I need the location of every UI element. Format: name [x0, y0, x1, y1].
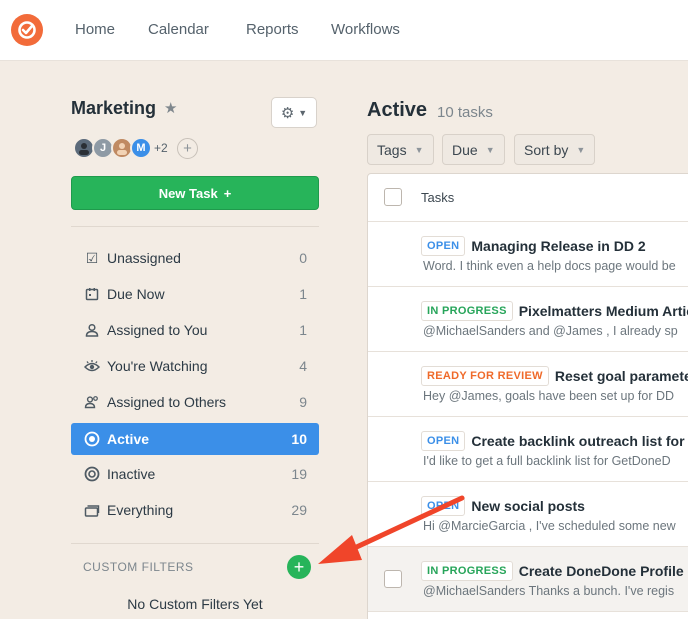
select-all-checkbox[interactable] — [384, 188, 402, 206]
tags-filter-button[interactable]: Tags ▼ — [367, 134, 434, 165]
sidebar-item-everything[interactable]: Everything 29 — [71, 494, 319, 526]
task-row[interactable]: OPEN Create backlink outreach list for I… — [368, 417, 688, 482]
person-icon — [79, 143, 89, 155]
plus-icon: + — [223, 185, 232, 201]
target-icon — [83, 430, 101, 448]
filter-label: Sort by — [524, 141, 569, 158]
task-row[interactable]: IN PROGRESS Create DoneDone Profile o @M… — [368, 547, 688, 612]
gear-icon: ⚙ — [280, 104, 295, 122]
sidebar-item-count: 19 — [291, 466, 307, 482]
circle-icon — [83, 465, 101, 483]
chevron-down-icon: ▼ — [576, 144, 586, 155]
sidebar-item-unassigned[interactable]: ☑ Unassigned 0 — [71, 242, 319, 274]
users-icon — [83, 393, 101, 411]
project-title: Marketing — [71, 98, 157, 118]
sidebar-item-label: Due Now — [107, 286, 165, 302]
calendar-icon — [83, 285, 101, 303]
sidebar-item-assigned-to-you[interactable]: Assigned to You 1 — [71, 314, 319, 346]
nav-home[interactable]: Home — [75, 21, 115, 38]
sidebar-item-label: Inactive — [107, 466, 156, 482]
task-title[interactable]: New social posts — [471, 498, 585, 514]
task-row[interactable]: OPEN Managing Release in DD 2 Word. I th… — [368, 222, 688, 287]
eye-icon — [83, 357, 101, 375]
stack-icon — [83, 501, 101, 519]
sidebar-item-count: 10 — [291, 431, 307, 447]
sidebar-item-label: You're Watching — [107, 358, 208, 374]
status-badge: READY FOR REVIEW — [421, 366, 549, 386]
sidebar-item-label: Unassigned — [107, 250, 181, 266]
sidebar-item-count: 4 — [299, 358, 307, 374]
nav-reports[interactable]: Reports — [246, 21, 299, 38]
task-row[interactable]: OPEN New social posts Hi @MarcieGarcia ,… — [368, 482, 688, 547]
no-custom-filters-text: No Custom Filters Yet — [127, 596, 263, 612]
task-list-header: Tasks — [368, 174, 688, 222]
member-avatars: J M — [73, 137, 152, 159]
status-badge: OPEN — [421, 431, 466, 451]
task-title[interactable]: Create backlink outreach list for — [471, 433, 684, 449]
filter-label: Due — [452, 141, 478, 158]
nav-calendar[interactable]: Calendar — [148, 21, 209, 38]
page-title: Active — [367, 99, 428, 121]
checkmark-logo-icon — [18, 21, 36, 39]
sidebar-item-assigned-to-others[interactable]: Assigned to Others 9 — [71, 386, 319, 418]
sidebar-item-count: 1 — [299, 286, 307, 302]
task-list: Tasks OPEN Managing Release in DD 2 Word… — [367, 173, 688, 619]
filter-label: Tags — [377, 141, 407, 158]
top-nav: Home Calendar Reports Workflows — [0, 0, 688, 61]
task-snippet: Hey @James, goals have been set up for D… — [423, 389, 675, 403]
avatar[interactable]: M — [130, 137, 152, 159]
sidebar-item-label: Everything — [107, 502, 174, 518]
task-title[interactable]: Managing Release in DD 2 — [471, 238, 645, 254]
custom-filters-heading: CUSTOM FILTERS — [83, 560, 194, 574]
task-checkbox[interactable] — [384, 570, 402, 588]
status-badge: OPEN — [421, 496, 466, 516]
task-snippet: @MichaelSanders and @James , I already s… — [423, 324, 678, 338]
status-badge: IN PROGRESS — [421, 301, 513, 321]
chevron-down-icon: ▼ — [298, 107, 308, 118]
due-filter-button[interactable]: Due ▼ — [442, 134, 505, 165]
divider — [71, 226, 319, 227]
task-title[interactable]: Pixelmatters Medium Artic — [519, 303, 688, 319]
sidebar-item-count: 29 — [291, 502, 307, 518]
task-snippet: Hi @MarcieGarcia , I've scheduled some n… — [423, 519, 676, 533]
sidebar-item-active[interactable]: Active 10 — [71, 423, 319, 455]
task-title[interactable]: Create DoneDone Profile o — [519, 563, 688, 579]
sidebar-item-count: 0 — [299, 250, 307, 266]
task-count: 10 tasks — [437, 104, 493, 121]
app-logo[interactable] — [11, 14, 43, 46]
sidebar-item-count: 1 — [299, 322, 307, 338]
status-badge: OPEN — [421, 236, 466, 256]
sidebar-item-inactive[interactable]: Inactive 19 — [71, 458, 319, 490]
add-custom-filter-button[interactable]: + — [287, 555, 311, 579]
task-row[interactable]: IN PROGRESS Pixelmatters Medium Artic @M… — [368, 287, 688, 352]
task-title[interactable]: Reset goal parameter — [555, 368, 688, 384]
chevron-down-icon: ▼ — [485, 144, 495, 155]
person-icon — [117, 143, 127, 155]
sidebar-item-youre-watching[interactable]: You're Watching 4 — [71, 350, 319, 382]
new-task-button[interactable]: New Task + — [71, 176, 319, 210]
nav-workflows[interactable]: Workflows — [331, 21, 400, 38]
chevron-down-icon: ▼ — [414, 144, 424, 155]
task-snippet: I'd like to get a full backlink list for… — [423, 454, 671, 468]
user-icon — [83, 321, 101, 339]
sidebar-item-label: Assigned to Others — [107, 394, 227, 410]
sidebar-item-label: Assigned to You — [107, 322, 208, 338]
star-icon[interactable]: ★ — [164, 99, 177, 117]
sidebar-item-count: 9 — [299, 394, 307, 410]
sidebar-item-label: Active — [107, 431, 150, 447]
checkbox-icon: ☑ — [85, 249, 99, 266]
sidebar-item-due-now[interactable]: Due Now 1 — [71, 278, 319, 310]
divider — [71, 543, 319, 544]
task-row[interactable]: READY FOR REVIEW Reset goal parameter He… — [368, 352, 688, 417]
status-badge: IN PROGRESS — [421, 561, 513, 581]
new-task-label: New Task — [158, 185, 218, 201]
task-snippet: @MichaelSanders Thanks a bunch. I've reg… — [423, 584, 675, 598]
project-settings-button[interactable]: ⚙ ▼ — [271, 97, 317, 128]
sort-by-button[interactable]: Sort by ▼ — [514, 134, 596, 165]
add-member-icon[interactable]: + — [177, 138, 198, 159]
more-members-count[interactable]: +2 — [154, 141, 168, 155]
task-snippet: Word. I think even a help docs page woul… — [423, 259, 676, 273]
column-header-tasks: Tasks — [421, 190, 455, 205]
